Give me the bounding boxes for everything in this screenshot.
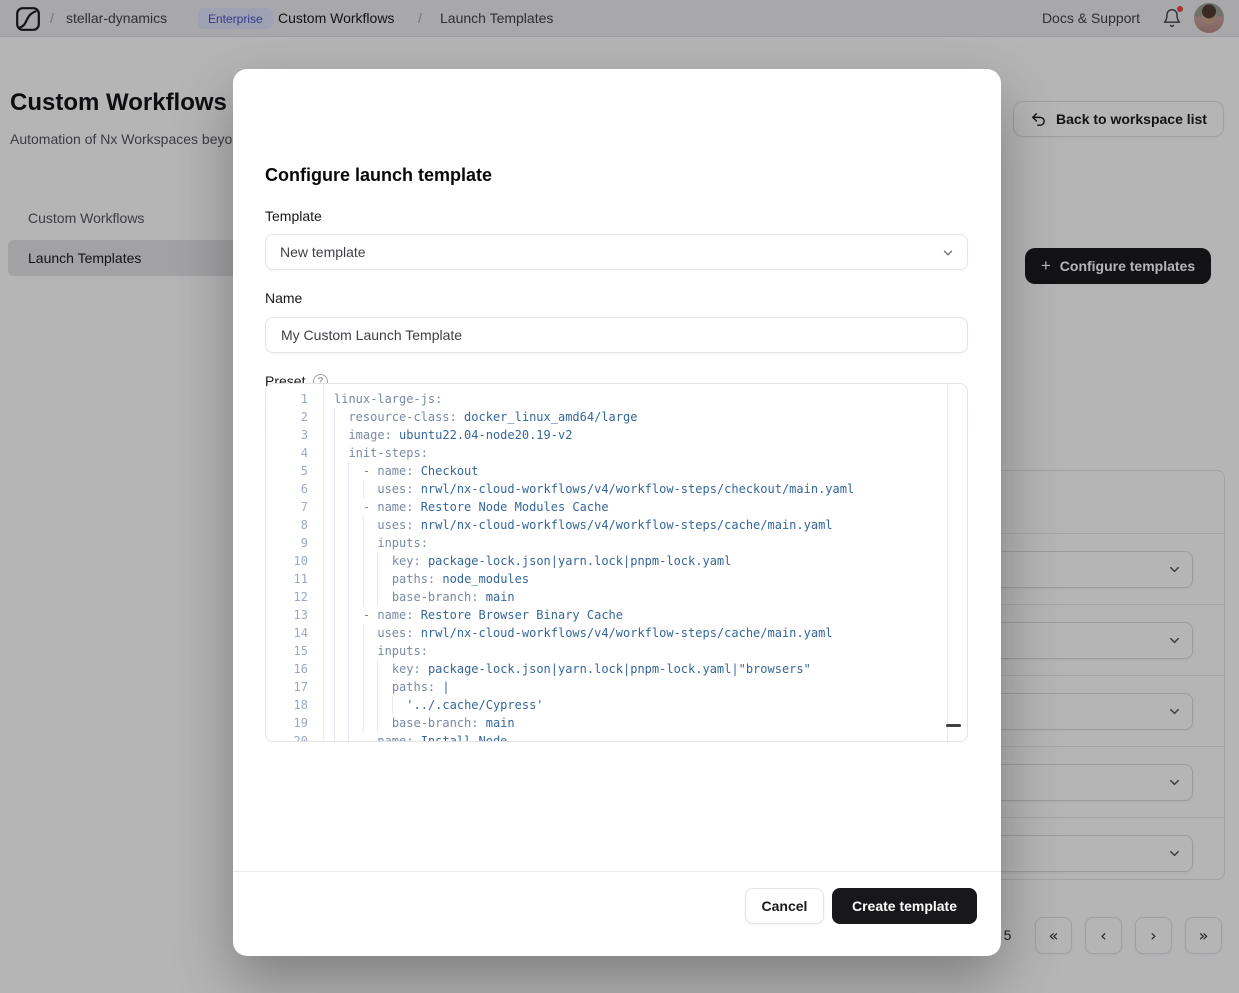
code-line: 13- name: Restore Browser Binary Cache (266, 606, 967, 624)
name-label: Name (265, 290, 302, 306)
footer-divider (233, 871, 1001, 872)
editor-scrollbar-thumb[interactable] (946, 724, 961, 727)
chevron-down-icon (941, 246, 955, 260)
code-line: 2resource-class: docker_linux_amd64/larg… (266, 408, 967, 426)
code-line: 5- name: Checkout (266, 462, 967, 480)
code-line: 12base-branch: main (266, 588, 967, 606)
code-line: 11paths: node_modules (266, 570, 967, 588)
modal-title: Configure launch template (265, 165, 492, 186)
template-select[interactable]: New template (265, 234, 968, 270)
configure-launch-template-modal: Configure launch template Template New t… (233, 69, 1001, 956)
code-line: 14uses: nrwl/nx-cloud-workflows/v4/workf… (266, 624, 967, 642)
template-select-value: New template (280, 244, 366, 260)
code-line: 7- name: Restore Node Modules Cache (266, 498, 967, 516)
code-line: 19base-branch: main (266, 714, 967, 732)
code-lines: 1linux-large-js:2resource-class: docker_… (266, 390, 967, 742)
create-template-button[interactable]: Create template (832, 888, 977, 924)
code-line: 1linux-large-js: (266, 390, 967, 408)
code-line: 3image: ubuntu22.04-node20.19-v2 (266, 426, 967, 444)
code-line: 10key: package-lock.json|yarn.lock|pnpm-… (266, 552, 967, 570)
code-line: 4init-steps: (266, 444, 967, 462)
cancel-button[interactable]: Cancel (745, 888, 824, 924)
name-input[interactable] (265, 317, 968, 353)
code-editor[interactable]: 1linux-large-js:2resource-class: docker_… (265, 383, 968, 742)
code-line: 16key: package-lock.json|yarn.lock|pnpm-… (266, 660, 967, 678)
template-label: Template (265, 208, 322, 224)
code-line: 15inputs: (266, 642, 967, 660)
code-line: 17paths: | (266, 678, 967, 696)
code-line: 9inputs: (266, 534, 967, 552)
code-line: 8uses: nrwl/nx-cloud-workflows/v4/workfl… (266, 516, 967, 534)
code-line: 20- name: Install Node (266, 732, 967, 742)
modal-footer: Cancel Create template (745, 888, 977, 924)
screen: / stellar-dynamics Enterprise Custom Wor… (0, 0, 1239, 993)
editor-scrollbar-track (947, 384, 948, 741)
code-line: 18'../.cache/Cypress' (266, 696, 967, 714)
code-line: 6uses: nrwl/nx-cloud-workflows/v4/workfl… (266, 480, 967, 498)
